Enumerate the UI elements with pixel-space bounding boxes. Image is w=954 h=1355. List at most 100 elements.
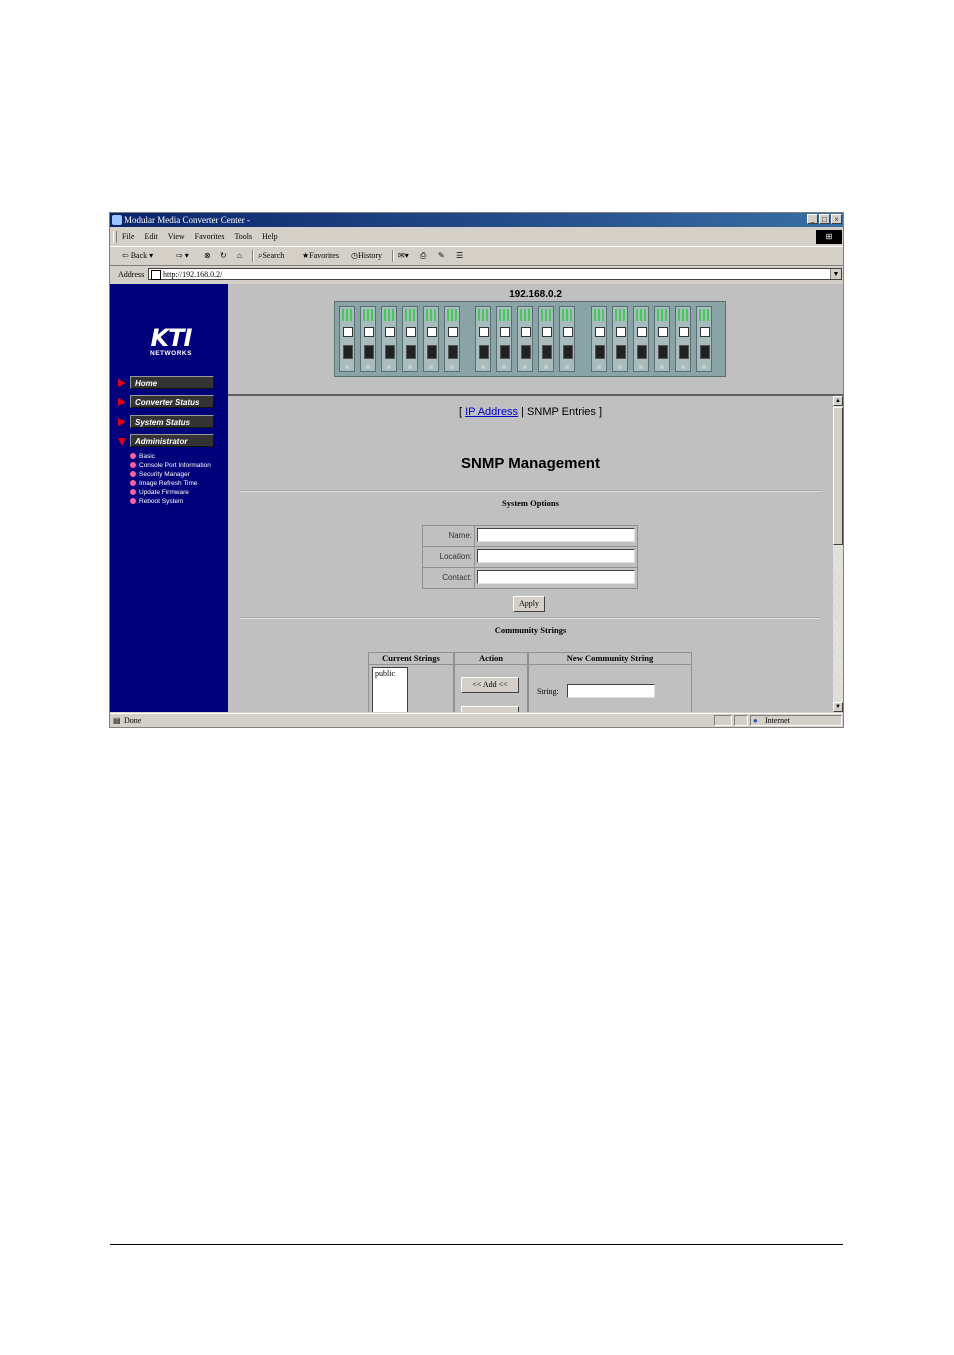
address-input[interactable]: http://192.168.0.2/ ▼	[148, 268, 842, 280]
slot-fib	[616, 345, 626, 359]
converter-slot	[475, 306, 491, 372]
slot-port	[364, 327, 374, 337]
discuss-icon[interactable]: ☰	[456, 247, 463, 265]
nav-system-status-label[interactable]: System Status	[130, 415, 214, 428]
slot-scr	[544, 365, 548, 369]
subnav-update-firmware[interactable]: Update Firmware	[130, 488, 189, 497]
slot-fib	[448, 345, 458, 359]
print-icon[interactable]: ⎙	[420, 247, 426, 265]
slot-port	[406, 327, 416, 337]
current-strings-list[interactable]: public	[372, 667, 408, 712]
location-input[interactable]	[477, 549, 635, 563]
menu-favorites[interactable]: Favorites	[195, 229, 225, 245]
ie-icon	[112, 215, 122, 225]
close-button[interactable]: ×	[831, 214, 842, 224]
slot-scr	[523, 365, 527, 369]
refresh-icon[interactable]: ↻	[220, 247, 227, 265]
forward-button[interactable]: ⇨ ▾	[176, 247, 189, 265]
converter-slot	[517, 306, 533, 372]
chassis-image[interactable]	[334, 301, 726, 377]
subnav-console-port-label: Console Port Information	[139, 462, 211, 469]
slot-scr	[618, 365, 622, 369]
divider	[240, 490, 820, 492]
window-title: Modular Media Converter Center -	[124, 215, 250, 225]
slot-port	[595, 327, 605, 337]
scroll-up-icon[interactable]: ▲	[833, 396, 843, 406]
page-icon: ▤	[113, 716, 121, 725]
slot-leds	[594, 309, 604, 321]
subnav-reboot-system[interactable]: Reboot System	[130, 497, 183, 506]
history-label: History	[357, 251, 382, 260]
subnav-basic[interactable]: Basic	[130, 452, 155, 461]
slot-leds	[699, 309, 709, 321]
nav-system-status[interactable]: System Status	[118, 415, 218, 428]
title-bar: Modular Media Converter Center - _ □ ×	[110, 213, 843, 227]
slot-leds	[447, 309, 457, 321]
slot-scr	[429, 365, 433, 369]
scroll-down-icon[interactable]: ▼	[833, 702, 843, 712]
zone-pane: ● Internet	[750, 715, 842, 726]
stop-icon[interactable]: ⊗	[204, 247, 211, 265]
search-button[interactable]: ⌕Search	[258, 247, 284, 265]
back-button[interactable]: ⇦ Back ▾	[122, 247, 153, 265]
subnav-security-manager[interactable]: Security Manager	[130, 470, 190, 479]
menu-file[interactable]: File	[122, 229, 134, 245]
converter-slot	[402, 306, 418, 372]
nav-administrator-label[interactable]: Administrator	[130, 434, 214, 447]
slot-leds	[562, 309, 572, 321]
divider	[240, 617, 820, 619]
nav-home-label[interactable]: Home	[130, 376, 214, 389]
slot-leds	[615, 309, 625, 321]
nav-administrator[interactable]: Administrator	[118, 434, 218, 447]
current-strings-cell: public	[368, 665, 454, 712]
edit-icon[interactable]: ✎	[438, 247, 445, 265]
converter-slot	[381, 306, 397, 372]
arrow-down-icon	[118, 438, 126, 446]
slot-port	[479, 327, 489, 337]
name-input[interactable]	[477, 528, 635, 542]
nav-converter-status-label[interactable]: Converter Status	[130, 395, 214, 408]
string-input[interactable]	[567, 684, 655, 698]
converter-slot	[654, 306, 670, 372]
subnav-console-port[interactable]: Console Port Information	[130, 461, 211, 470]
crumb-sep: |	[521, 406, 524, 418]
contact-input[interactable]	[477, 570, 635, 584]
windows-logo-icon: ⊞	[816, 230, 842, 244]
nav-home[interactable]: Home	[118, 376, 218, 389]
bullet-icon	[130, 488, 136, 495]
ip-address-link[interactable]: IP Address	[465, 406, 518, 418]
apply-button[interactable]: Apply	[513, 596, 545, 612]
address-dropdown-icon[interactable]: ▼	[830, 269, 841, 279]
add-button[interactable]: << Add <<	[461, 677, 519, 693]
slot-scr	[702, 365, 706, 369]
home-icon[interactable]: ⌂	[237, 247, 242, 265]
vertical-scrollbar[interactable]: ▲ ▼	[833, 396, 843, 712]
history-button[interactable]: ◷History	[351, 247, 382, 265]
name-label: Name:	[423, 526, 475, 546]
status-pane	[734, 715, 748, 726]
status-bar: ▤ Done ● Internet	[110, 713, 843, 727]
subnav-image-refresh[interactable]: Image Refresh Time	[130, 479, 198, 488]
mail-icon[interactable]: ✉▾	[398, 247, 409, 265]
subnav-basic-label: Basic	[139, 453, 155, 460]
logo-subtext: NETWORKS	[150, 350, 192, 357]
menu-view[interactable]: View	[168, 229, 185, 245]
slot-scr	[565, 365, 569, 369]
toolbar: ⇦ Back ▾ ⇨ ▾ ⊗ ↻ ⌂ ⌕Search ★Favorites ◷H…	[110, 246, 843, 265]
remove-button[interactable]	[461, 706, 519, 712]
menu-tools[interactable]: Tools	[234, 229, 252, 245]
list-item[interactable]: public	[375, 669, 405, 678]
address-url: http://192.168.0.2/	[163, 270, 223, 279]
maximize-button[interactable]: □	[819, 214, 830, 224]
nav-converter-status[interactable]: Converter Status	[118, 395, 218, 408]
converter-slot	[444, 306, 460, 372]
minimize-button[interactable]: _	[807, 214, 818, 224]
menu-help[interactable]: Help	[262, 229, 278, 245]
breadcrumb: [ IP Address | SNMP Entries ]	[228, 406, 833, 418]
favorites-button[interactable]: ★Favorites	[302, 247, 339, 265]
menu-edit[interactable]: Edit	[144, 229, 157, 245]
converter-slot	[360, 306, 376, 372]
scroll-thumb[interactable]	[833, 407, 843, 545]
string-label: String:	[537, 687, 559, 696]
slot-fib	[385, 345, 395, 359]
